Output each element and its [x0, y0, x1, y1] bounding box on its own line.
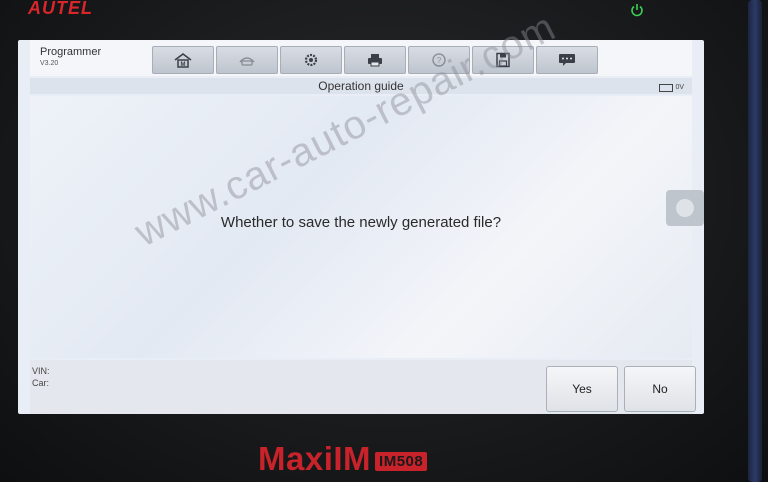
vin-label: VIN:	[32, 366, 50, 376]
vehicle-swap-icon	[239, 57, 255, 66]
battery-status: 0V	[659, 80, 684, 96]
floating-side-button[interactable]	[666, 190, 704, 226]
home-icon: M	[174, 53, 192, 68]
operation-guide-bar: Operation guide 0V	[30, 78, 692, 94]
app-title: Programmer	[40, 46, 102, 58]
print-button[interactable]	[344, 46, 406, 74]
device-side-edge	[748, 0, 762, 482]
model-name: MaxiIM	[258, 440, 372, 477]
car-label: Car:	[32, 378, 50, 388]
gear-icon	[304, 53, 318, 67]
no-button[interactable]: No	[624, 366, 696, 412]
power-indicator-icon	[631, 4, 643, 17]
vehicle-swap-button[interactable]	[216, 46, 278, 74]
home-button[interactable]: M	[152, 46, 214, 74]
brand-logo: AUTEL	[28, 0, 93, 18]
device-bezel: AUTEL Programmer V3.20 M ? Operation gui…	[0, 0, 768, 482]
battery-voltage: 0V	[675, 84, 684, 91]
printer-icon	[368, 54, 382, 67]
yes-button[interactable]: Yes	[546, 366, 618, 412]
settings-button[interactable]	[280, 46, 342, 74]
model-logo: MaxiIM IM508	[258, 440, 428, 478]
battery-icon	[659, 84, 674, 92]
top-bar: Programmer V3.20 M ?	[30, 40, 692, 76]
footer-bar: VIN: Car: Yes No	[30, 360, 696, 414]
model-badge: IM508	[375, 451, 428, 471]
svg-text:M: M	[181, 62, 186, 68]
app-version: V3.20	[40, 60, 59, 67]
message-icon	[559, 54, 575, 66]
